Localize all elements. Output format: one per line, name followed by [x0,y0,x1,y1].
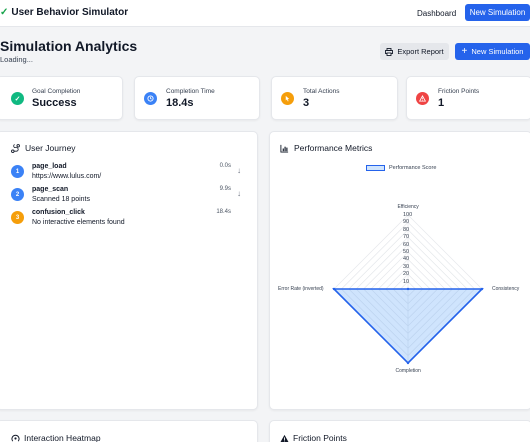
stat-label: Friction Points [438,88,480,95]
page-title: Simulation Analytics [0,38,138,54]
radar-chart: 10 20 30 40 50 60 70 80 90 100 Efficiency Consisten… [270,132,530,411]
interaction-heatmap-panel: Interaction Heatmap [0,420,258,442]
stat-card-goal: ✓ Goal Completion Success [0,76,123,120]
warning-icon [416,92,429,105]
radar-tick-label: 40 [403,256,410,263]
step-time: 0.0s [219,163,231,169]
step-number-badge: 2 [11,188,24,201]
clock-icon [144,92,157,105]
pointer-icon [281,92,294,105]
radar-tick-label: 60 [403,241,410,248]
radar-tick-label: 90 [403,219,410,226]
radar-tick-label: 80 [403,226,410,233]
user-journey-label: User Journey [25,143,76,153]
radar-axis-label: Completion [395,368,421,374]
stat-value: 18.4s [166,97,194,109]
radar-data-point[interactable] [406,361,410,365]
check-icon: ✓ [0,7,9,18]
top-navbar: ✓ User Behavior Simulator Dashboard New … [0,0,530,27]
radar-tick-label: 100 [403,212,413,218]
step-name: confusion_click [32,209,85,216]
status-text: Loading... [0,55,33,64]
arrow-down-icon: ↓ [237,166,241,175]
radar-tick-label: 30 [403,263,410,270]
stat-value: 1 [438,97,445,109]
stat-label: Total Actions [303,88,340,95]
radar-axis-label: Error Rate (inverted) [278,286,324,292]
stat-value: Success [32,97,77,109]
pointer-click-icon [11,434,20,442]
radar-tick-label: 70 [403,234,410,241]
step-detail: Scanned 18 points [32,196,90,203]
stat-label: Completion Time [166,88,215,95]
radar-data-point[interactable] [332,287,336,291]
performance-metrics-panel: Performance Metrics Performance Score 10… [269,131,530,410]
arrow-down-icon: ↓ [237,189,241,198]
radar-axis-label: Consistency [492,286,520,292]
stat-card-actions: Total Actions 3 [271,76,398,120]
warning-icon [280,434,289,442]
stat-label: Goal Completion [32,88,81,95]
user-journey-title: User Journey [11,143,76,153]
radar-data-point[interactable] [406,287,410,291]
stat-value: 3 [303,97,310,109]
new-simulation-label: New Simulation [471,47,524,56]
step-time: 18.4s [216,209,231,215]
plus-icon: + [461,45,468,57]
friction-points-label: Friction Points [293,433,347,442]
user-journey-panel: User Journey 1 page_load https://www.lul… [0,131,258,410]
step-name: page_load [32,163,67,170]
step-time: 9.9s [219,186,231,192]
step-name: page_scan [32,186,69,193]
printer-icon [385,47,394,56]
brand-title: User Behavior Simulator [11,7,129,18]
new-simulation-button[interactable]: + New Simulation [455,43,530,60]
radar-tick-label: 10 [403,278,410,285]
export-report-label: Export Report [397,47,444,56]
step-number-badge: 3 [11,211,24,224]
brand[interactable]: ✓ User Behavior Simulator [0,7,128,18]
check-icon: ✓ [11,92,24,105]
stat-card-friction: Friction Points 1 [406,76,530,120]
nav-new-simulation-button[interactable]: New Simulation [465,4,530,21]
step-number-badge: 1 [11,165,24,178]
step-detail: No interactive elements found [32,219,125,226]
friction-points-title: Friction Points [280,433,347,442]
step-detail: https://www.lulus.com/ [32,173,102,180]
route-icon [11,143,20,153]
stat-card-time: Completion Time 18.4s [134,76,260,120]
radar-series-area [332,288,484,365]
radar-tick-label: 50 [403,249,410,255]
radar-axis-label: Efficiency [397,204,419,210]
export-report-button[interactable]: Export Report [380,43,449,60]
friction-points-panel: Friction Points [269,420,530,442]
interaction-heatmap-label: Interaction Heatmap [24,433,101,442]
nav-dashboard-link[interactable]: Dashboard [417,9,456,18]
radar-tick-label: 20 [403,271,410,278]
interaction-heatmap-title: Interaction Heatmap [11,433,101,442]
radar-data-point[interactable] [480,287,484,291]
